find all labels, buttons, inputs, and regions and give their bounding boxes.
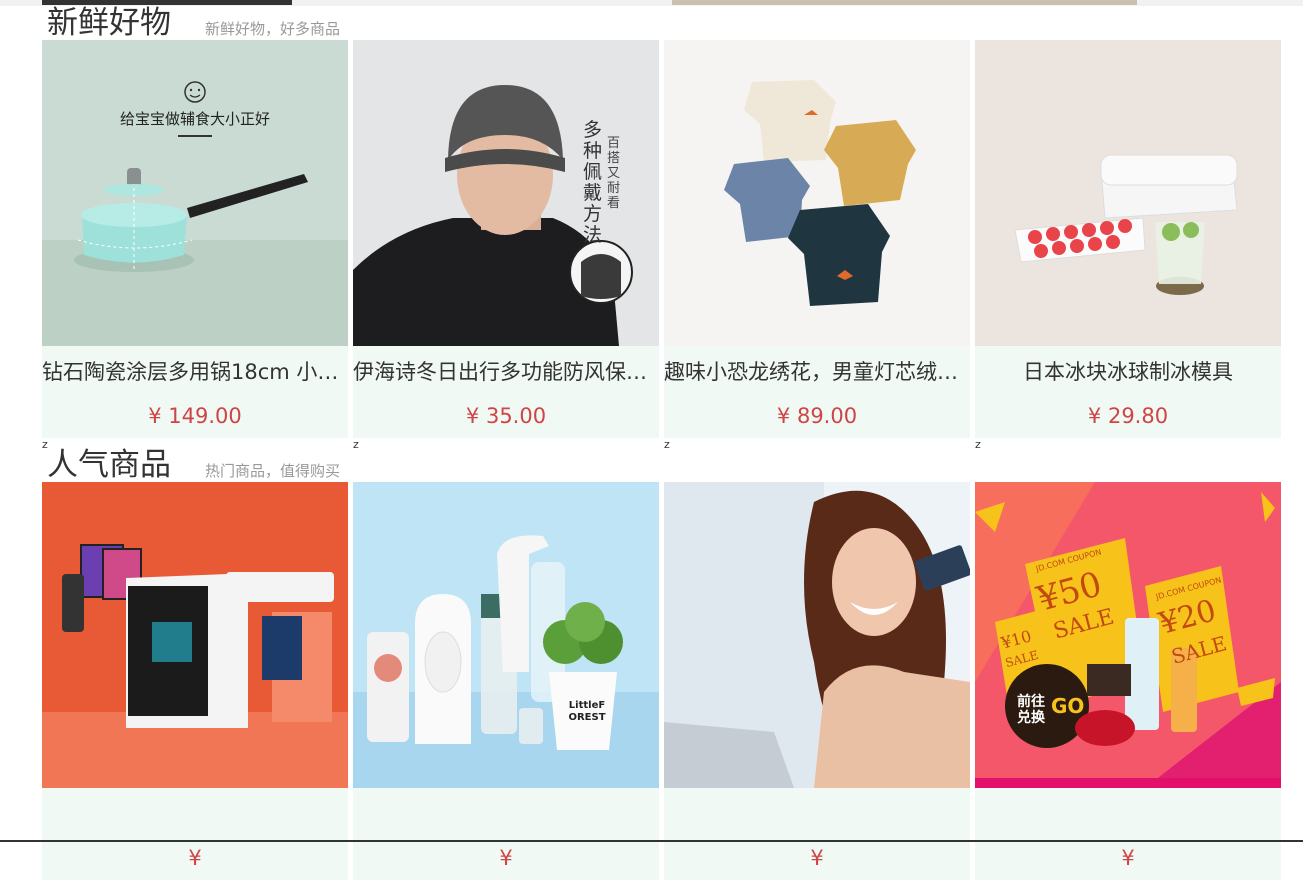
- section-subtitle: 新鲜好物，好多商品: [205, 20, 341, 38]
- product-name[interactable]: [664, 788, 970, 840]
- product-price: ¥ 89.00: [776, 404, 858, 428]
- image-caption-small: 百搭又耐看: [607, 136, 621, 211]
- product-name[interactable]: 趣味小恐龙绣花，男童灯芯绒衬衫: [664, 346, 970, 398]
- section-popular-goods: 人气商品 热门商品，值得购买 ¥ LittleFOREST ¥ ¥ JD.COM…: [42, 447, 1282, 880]
- product-image[interactable]: LittleFOREST: [353, 482, 659, 788]
- product-name[interactable]: [975, 788, 1281, 840]
- product-card[interactable]: 趣味小恐龙绣花，男童灯芯绒衬衫 ¥ 89.00 z: [664, 40, 970, 451]
- image-caption-large: 多种佩戴方法: [583, 119, 603, 246]
- product-price: ¥ 35.00: [465, 404, 547, 428]
- product-grid: 给宝宝做辅食大小正好 钻石陶瓷涂层多用锅18cm 小奶锅 ¥ 149.00 z: [42, 40, 1282, 451]
- product-name[interactable]: 伊海诗冬日出行多功能防风保暖帽: [353, 346, 659, 398]
- section-header: 人气商品 热门商品，值得购买: [42, 447, 1282, 483]
- product-name[interactable]: [353, 788, 659, 840]
- product-card[interactable]: LittleFOREST ¥: [353, 482, 659, 880]
- product-card[interactable]: ¥: [42, 482, 348, 880]
- product-image[interactable]: [664, 482, 970, 788]
- product-price: ¥: [499, 846, 513, 870]
- section-fresh-goods: 新鲜好物 新鲜好物，好多商品 给宝宝做辅食大小正好 钻石陶瓷涂层多用锅18cm …: [42, 5, 1282, 451]
- product-price: ¥: [810, 846, 824, 870]
- product-card[interactable]: ¥: [664, 482, 970, 880]
- image-caption: LittleFOREST: [568, 700, 606, 723]
- product-image[interactable]: 给宝宝做辅食大小正好: [42, 40, 348, 346]
- section-header: 新鲜好物 新鲜好物，好多商品: [42, 5, 1282, 41]
- product-name[interactable]: 日本冰块冰球制冰模具: [975, 346, 1281, 398]
- product-card[interactable]: 多种佩戴方法 百搭又耐看 伊海诗冬日出行多功能防风保暖帽 ¥ 35.00 z: [353, 40, 659, 451]
- product-image[interactable]: [42, 482, 348, 788]
- product-price: ¥ 149.00: [148, 404, 242, 428]
- product-image[interactable]: [664, 40, 970, 346]
- section-subtitle: 热门商品，值得购买: [205, 462, 341, 480]
- image-caption: 给宝宝做辅食大小正好: [119, 110, 270, 128]
- coupon-go[interactable]: GO: [1051, 694, 1084, 718]
- product-image[interactable]: 多种佩戴方法 百搭又耐看: [353, 40, 659, 346]
- product-card[interactable]: JD.COM COUPON ¥50 SALE JD.COM COUPON ¥20…: [975, 482, 1281, 880]
- product-name[interactable]: 钻石陶瓷涂层多用锅18cm 小奶锅: [42, 346, 348, 398]
- product-grid: ¥ LittleFOREST ¥ ¥ JD.COM COUPON ¥50 SAL…: [42, 482, 1282, 880]
- coupon-badge[interactable]: 前往兑换: [1013, 694, 1049, 726]
- product-image[interactable]: [975, 40, 1281, 346]
- section-title: 人气商品: [47, 447, 171, 483]
- product-image[interactable]: JD.COM COUPON ¥50 SALE JD.COM COUPON ¥20…: [975, 482, 1281, 788]
- product-name[interactable]: [42, 788, 348, 840]
- product-card[interactable]: 给宝宝做辅食大小正好 钻石陶瓷涂层多用锅18cm 小奶锅 ¥ 149.00 z: [42, 40, 348, 451]
- product-card[interactable]: 日本冰块冰球制冰模具 ¥ 29.80 z: [975, 40, 1281, 451]
- product-price: ¥: [188, 846, 202, 870]
- product-price: ¥ 29.80: [1087, 404, 1169, 428]
- section-title: 新鲜好物: [47, 5, 171, 41]
- product-price: ¥: [1121, 846, 1135, 870]
